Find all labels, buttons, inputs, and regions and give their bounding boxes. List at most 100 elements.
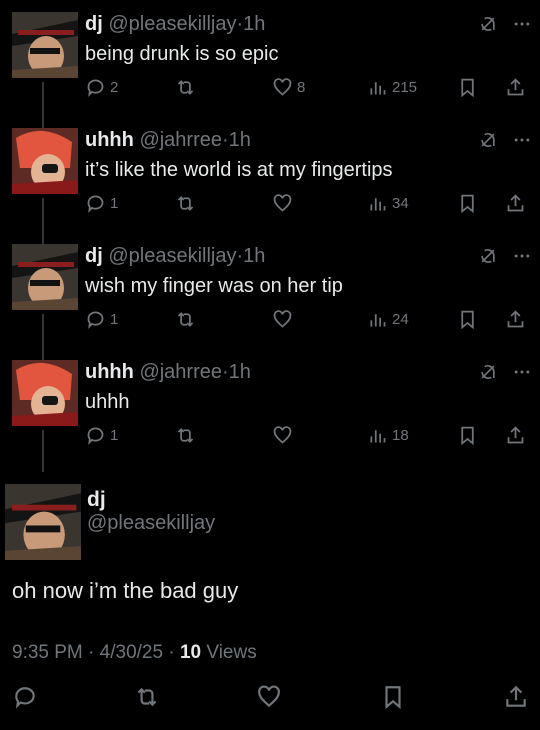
user-handle[interactable]: @pleasekilljay <box>108 13 236 35</box>
separator-dot: · <box>222 129 229 151</box>
grok-slash-icon[interactable] <box>478 130 498 150</box>
views-bar-icon <box>370 314 386 327</box>
timestamp[interactable]: 1h <box>229 361 251 383</box>
grok-slash-icon[interactable] <box>478 14 498 34</box>
grok-slash-icon[interactable] <box>478 246 498 266</box>
share-button[interactable] <box>505 309 526 330</box>
view-count: 215 <box>392 79 418 96</box>
tweet-text: being drunk is so epic <box>85 43 279 65</box>
repost-button[interactable] <box>175 309 200 330</box>
grok-slash-icon[interactable] <box>478 362 498 382</box>
repost-icon <box>137 687 157 707</box>
tweet-text: it’s like the world is at my fingertips <box>85 159 393 181</box>
repost-icon <box>177 428 194 443</box>
dj-avatar[interactable] <box>12 244 78 310</box>
views-label: Views <box>206 642 257 663</box>
views-button[interactable]: 34 <box>367 193 409 214</box>
view-count: 24 <box>392 311 409 328</box>
reply-button[interactable]: 1 <box>85 425 118 446</box>
like-button[interactable] <box>256 684 282 710</box>
like-button[interactable] <box>272 425 297 446</box>
user-handle[interactable]: @pleasekilljay <box>87 512 215 535</box>
timestamp[interactable]: 1h <box>243 13 265 35</box>
heart-icon <box>273 310 292 328</box>
share-button[interactable] <box>505 425 526 446</box>
repost-button[interactable] <box>175 425 200 446</box>
share-icon <box>507 78 524 96</box>
tweet-text: oh now i’m the bad guy <box>12 578 239 603</box>
bookmark-button[interactable] <box>457 77 478 98</box>
bookmark-icon <box>461 310 474 330</box>
reply-count: 1 <box>110 427 119 444</box>
like-button[interactable] <box>272 193 297 214</box>
like-button[interactable]: 8 <box>272 77 305 98</box>
heart-icon <box>273 78 292 96</box>
share-icon <box>507 310 524 328</box>
share-icon <box>507 426 524 444</box>
share-icon <box>507 194 524 212</box>
dj-avatar[interactable] <box>12 12 78 78</box>
view-count: 34 <box>392 195 409 212</box>
user-handle[interactable]: @pleasekilljay <box>108 245 236 267</box>
bookmark-button[interactable] <box>457 193 478 214</box>
header-icons <box>478 246 532 266</box>
timestamp[interactable]: 1h <box>243 245 265 267</box>
tweet-text: wish my finger was on her tip <box>85 275 343 297</box>
repost-icon <box>177 80 194 95</box>
more-icon[interactable] <box>512 246 532 266</box>
repost-button[interactable] <box>175 193 200 214</box>
tweet-actions <box>0 684 540 716</box>
bookmark-button[interactable] <box>380 684 406 710</box>
reply-button[interactable]: 1 <box>85 193 118 214</box>
tweet-actions: 1 24 <box>85 309 530 333</box>
separator-dot: · <box>168 642 175 663</box>
like-button[interactable] <box>272 309 297 330</box>
reply-icon <box>15 687 35 709</box>
bookmark-button[interactable] <box>457 309 478 330</box>
repost-icon <box>177 312 194 327</box>
display-name[interactable]: uhhh <box>85 361 134 383</box>
user-handle[interactable]: @jahrree <box>139 129 222 151</box>
reply-button[interactable] <box>12 684 38 710</box>
views-button[interactable]: 18 <box>367 425 409 446</box>
views-button[interactable]: 215 <box>367 77 417 98</box>
views-bar-icon <box>370 82 386 95</box>
tweet-actions: 2 8 215 <box>85 77 530 101</box>
bookmark-icon <box>385 686 401 710</box>
uhhh-avatar[interactable] <box>12 128 78 194</box>
tweet[interactable]: dj @pleasekilljay·1h wish my finger was … <box>0 244 540 360</box>
user-handle[interactable]: @jahrree <box>139 361 222 383</box>
tweet[interactable]: uhhh @jahrree·1h uhhh 1 18 <box>0 360 540 476</box>
bookmark-button[interactable] <box>457 425 478 446</box>
tweet[interactable]: uhhh @jahrree·1h it’s like the world is … <box>0 128 540 244</box>
share-button[interactable] <box>503 684 529 710</box>
bookmark-icon <box>461 78 474 98</box>
more-icon[interactable] <box>512 130 532 150</box>
reply-button[interactable]: 2 <box>85 77 118 98</box>
display-name[interactable]: dj <box>85 13 103 35</box>
more-icon[interactable] <box>512 14 532 34</box>
tweet-header: uhhh @jahrree·1h <box>85 128 251 152</box>
display-name[interactable]: dj <box>85 245 103 267</box>
tweet[interactable]: dj @pleasekilljay·1h being drunk is so e… <box>0 12 540 128</box>
repost-button[interactable] <box>175 77 200 98</box>
views-bar-icon <box>370 430 386 443</box>
views-bar-icon <box>370 198 386 211</box>
uhhh-avatar[interactable] <box>12 360 78 426</box>
share-button[interactable] <box>505 193 526 214</box>
display-name[interactable]: dj <box>87 488 106 512</box>
reply-icon <box>87 311 104 329</box>
views-button[interactable]: 24 <box>367 309 409 330</box>
display-name[interactable]: uhhh <box>85 129 134 151</box>
dj-avatar[interactable] <box>5 484 81 560</box>
heart-icon <box>273 426 292 444</box>
timestamp[interactable]: 1h <box>229 129 251 151</box>
bookmark-icon <box>461 426 474 446</box>
reply-icon <box>87 195 104 213</box>
repost-button[interactable] <box>134 684 160 710</box>
reply-button[interactable]: 1 <box>85 309 118 330</box>
share-button[interactable] <box>505 77 526 98</box>
tweet-header: dj @pleasekilljay·1h <box>85 12 265 36</box>
more-icon[interactable] <box>512 362 532 382</box>
reply-icon <box>87 79 104 97</box>
